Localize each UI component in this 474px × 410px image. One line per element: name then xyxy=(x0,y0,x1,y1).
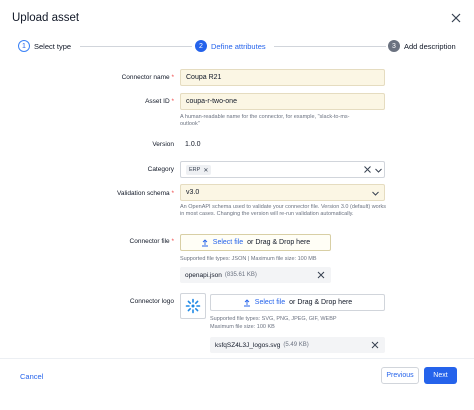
validation-schema-value: v3.0 xyxy=(186,189,200,196)
category-chip: ERP ✕ xyxy=(186,165,212,175)
drag-drop-text: or Drag & Drop here xyxy=(247,239,311,246)
chip-label: ERP xyxy=(189,167,201,173)
validation-schema-help: An OpenAPI schema used to validate your … xyxy=(180,204,387,217)
file-size: (835.61 KB) xyxy=(224,272,257,278)
step-number: 3 xyxy=(388,40,400,52)
remove-file-icon[interactable] xyxy=(371,341,379,349)
chevron-down-icon[interactable] xyxy=(374,166,383,175)
close-icon[interactable] xyxy=(448,10,464,26)
connector-logo-help-size: Maximum file size: 100 KB xyxy=(210,324,275,330)
version-label: Version xyxy=(152,141,174,148)
upload-icon xyxy=(201,238,208,246)
connector-file-dropzone[interactable]: Select file or Drag & Drop here xyxy=(180,234,331,251)
step-number: 2 xyxy=(195,40,207,52)
file-name: ksfqSZ4L3J_logos.svg xyxy=(215,341,281,349)
dialog-title: Upload asset xyxy=(12,12,80,24)
category-select[interactable]: ERP ✕ xyxy=(180,161,385,178)
file-size: (5.49 KB) xyxy=(283,342,309,348)
connector-file-help: Supported file types: JSON | Maximum fil… xyxy=(180,256,317,262)
step-number: 1 xyxy=(18,40,30,52)
file-name: openapi.json xyxy=(185,271,222,279)
step-connector-line xyxy=(274,46,386,47)
chevron-down-icon[interactable] xyxy=(371,189,380,198)
cancel-button[interactable]: Cancel xyxy=(14,368,49,385)
previous-button[interactable]: Previous xyxy=(381,367,419,384)
drag-drop-text: or Drag & Drop here xyxy=(289,299,353,306)
select-file-link[interactable]: Select file xyxy=(213,239,243,246)
clear-icon[interactable] xyxy=(363,165,372,174)
step-add-description[interactable]: 3 Add description xyxy=(388,40,456,52)
connector-name-input[interactable]: Coupa R21 xyxy=(180,69,385,86)
connector-file-chip: openapi.json (835.61 KB) xyxy=(180,267,331,283)
connector-logo-dropzone[interactable]: Select file or Drag & Drop here xyxy=(210,294,385,311)
category-label: Category xyxy=(147,166,174,173)
remove-file-icon[interactable] xyxy=(317,271,325,279)
next-button[interactable]: Next xyxy=(424,367,457,384)
chip-remove-icon[interactable]: ✕ xyxy=(203,167,208,174)
asset-id-label: Asset ID * xyxy=(145,98,174,105)
validation-schema-select[interactable]: v3.0 xyxy=(180,184,385,201)
upload-icon xyxy=(243,298,250,306)
step-label: Add description xyxy=(404,41,456,51)
logo-preview xyxy=(180,293,206,319)
step-select-type[interactable]: 1 Select type xyxy=(18,40,71,52)
coupa-logo-icon xyxy=(185,298,201,314)
version-value: 1.0.0 xyxy=(185,141,201,148)
select-file-link[interactable]: Select file xyxy=(255,299,285,306)
step-connector-line xyxy=(80,46,192,47)
connector-logo-help-types: Supported file types: SVG, PNG, JPEG, GI… xyxy=(210,316,337,322)
connector-logo-label: Connector logo xyxy=(129,298,174,305)
step-label: Select type xyxy=(34,41,72,51)
asset-id-input[interactable]: coupa-r-two-one xyxy=(180,93,385,110)
stepper: 1 Select type 2 Define attributes 3 Add … xyxy=(18,40,458,54)
connector-logo-file-chip: ksfqSZ4L3J_logos.svg (5.49 KB) xyxy=(210,337,385,353)
connector-file-label: Connector file * xyxy=(129,238,174,245)
connector-name-label: Connector name * xyxy=(121,74,174,81)
asset-id-help: A human-readable name for the connector,… xyxy=(180,114,350,127)
step-define-attributes[interactable]: 2 Define attributes xyxy=(195,40,266,52)
footer-divider xyxy=(0,358,474,359)
validation-schema-label: Validation schema * xyxy=(117,190,174,197)
step-label: Define attributes xyxy=(211,41,266,51)
